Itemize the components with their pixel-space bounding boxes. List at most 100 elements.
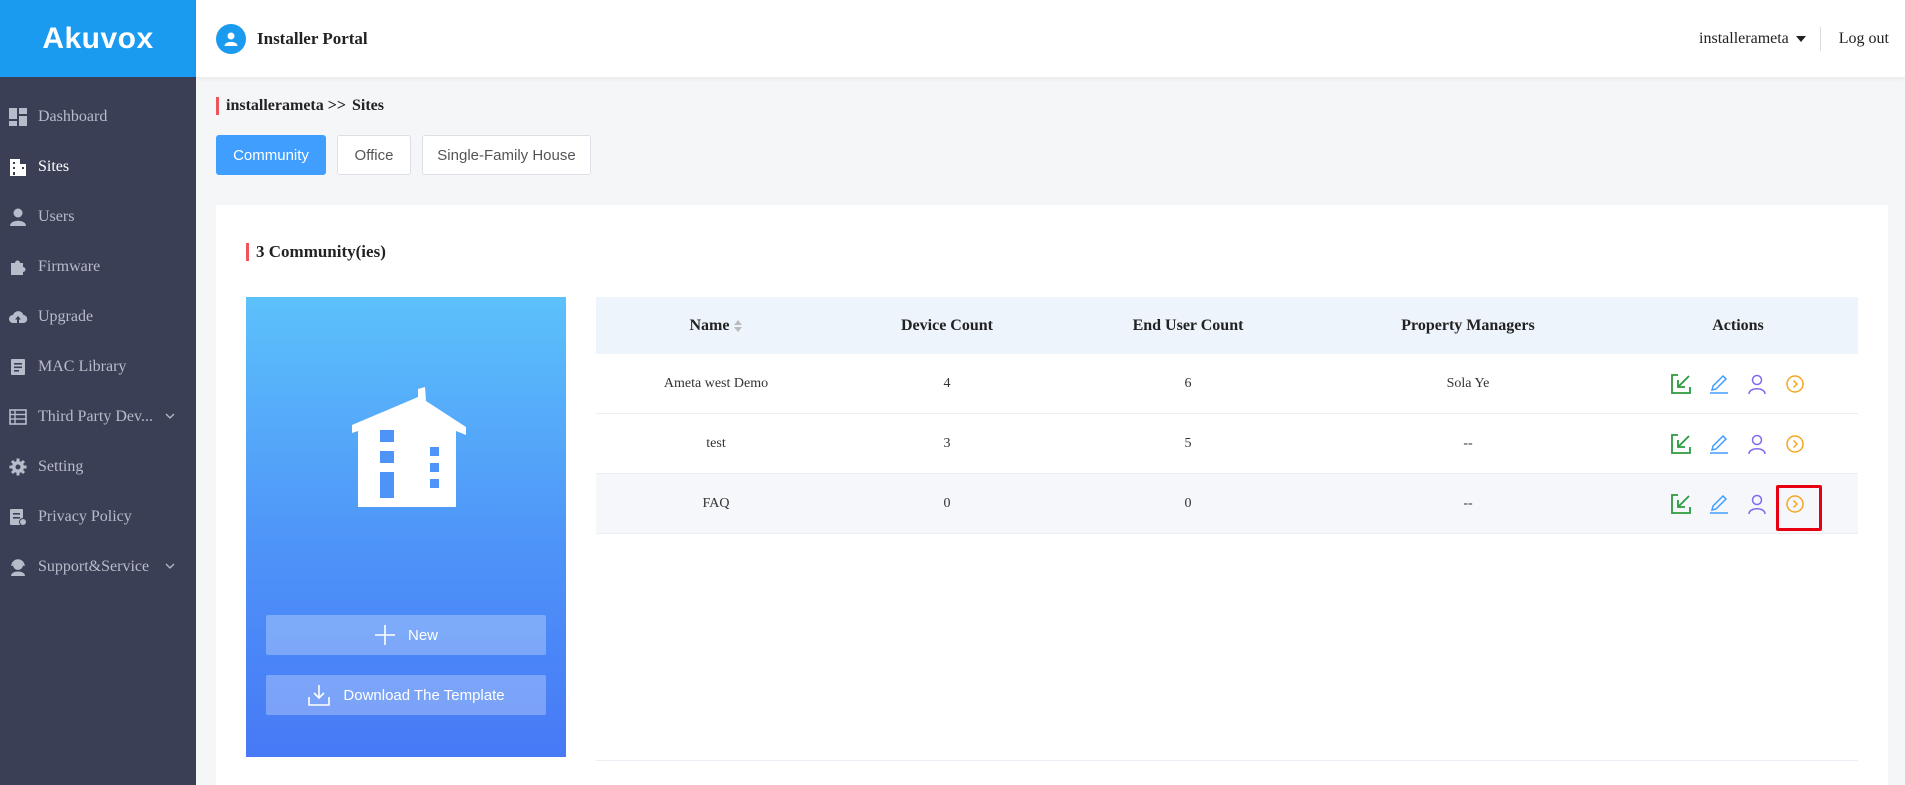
username: installerameta xyxy=(1699,29,1789,47)
column-header-end-user-count: End User Count xyxy=(1132,316,1244,334)
edit-icon[interactable] xyxy=(1706,431,1732,457)
table-row: FAQ 0 0 -- xyxy=(596,474,1858,534)
download-template-button[interactable]: Download The Template xyxy=(266,675,546,715)
caret-down-icon xyxy=(1795,35,1806,42)
top-header: Installer Portal installerameta Log out xyxy=(196,0,1905,77)
chevron-down-icon xyxy=(165,413,175,419)
sidebar-nav: Dashboard Sites Users Firmware Upgrade M… xyxy=(0,92,196,592)
sidebar-item-privacy-policy[interactable]: Privacy Policy xyxy=(0,492,196,542)
table-row: test 3 5 -- xyxy=(596,414,1858,474)
tab-office[interactable]: Office xyxy=(337,135,411,175)
new-button-label: New xyxy=(407,626,438,644)
site-type-tabs: Community Office Single-Family House xyxy=(216,135,602,175)
cloud-upload-icon xyxy=(8,307,28,327)
logo[interactable]: Akuvox xyxy=(0,0,196,77)
enter-icon[interactable] xyxy=(1668,371,1694,397)
puzzle-icon xyxy=(8,257,28,277)
download-button-label: Download The Template xyxy=(343,686,505,704)
dashboard-icon xyxy=(8,107,28,127)
breadcrumb-root[interactable]: installerameta xyxy=(226,97,324,115)
enter-icon[interactable] xyxy=(1668,491,1694,517)
tab-community[interactable]: Community xyxy=(216,135,326,175)
sidebar-item-mac-library[interactable]: MAC Library xyxy=(0,342,196,392)
tab-single-family-house[interactable]: Single-Family House xyxy=(422,135,591,175)
edit-icon[interactable] xyxy=(1706,371,1732,397)
manager-icon[interactable] xyxy=(1744,431,1770,457)
cell-device-count: 4 xyxy=(943,375,951,391)
table-header: Name Device Count End User Count Propert… xyxy=(596,297,1858,354)
table-row: Ameta west Demo 4 6 Sola Ye xyxy=(596,354,1858,414)
user-circle-icon xyxy=(216,23,246,54)
sidebar-item-label: Setting xyxy=(38,458,84,475)
sidebar-item-label: Third Party Dev... xyxy=(38,408,153,425)
sidebar-item-support-service[interactable]: Support&Service xyxy=(0,542,196,592)
plus-icon xyxy=(374,625,395,645)
new-community-button[interactable]: New xyxy=(266,615,546,655)
row-actions xyxy=(1618,431,1858,457)
cell-device-count: 0 xyxy=(943,495,951,511)
headset-icon xyxy=(8,557,28,577)
sidebar-item-users[interactable]: Users xyxy=(0,192,196,242)
cell-name: test xyxy=(706,435,726,451)
chevron-down-icon xyxy=(165,563,175,569)
cell-end-user-count: 5 xyxy=(1184,435,1192,451)
header-right: installerameta Log out xyxy=(1699,0,1889,77)
cell-property-managers: Sola Ye xyxy=(1446,375,1490,391)
sidebar-item-label: Privacy Policy xyxy=(38,508,132,525)
sites-icon xyxy=(8,157,28,177)
portal-title: Installer Portal xyxy=(257,28,368,48)
cell-end-user-count: 0 xyxy=(1184,495,1192,511)
gear-icon xyxy=(8,457,28,477)
document-icon xyxy=(8,357,28,377)
cell-device-count: 3 xyxy=(943,435,951,451)
logout-link[interactable]: Log out xyxy=(1839,30,1889,48)
column-header-actions: Actions xyxy=(1712,316,1764,334)
cell-property-managers: -- xyxy=(1463,435,1473,451)
building-icon xyxy=(352,387,466,507)
manager-icon[interactable] xyxy=(1744,491,1770,517)
sidebar-item-label: MAC Library xyxy=(38,358,127,375)
community-table: Name Device Count End User Count Propert… xyxy=(596,297,1858,761)
go-icon[interactable] xyxy=(1782,371,1808,397)
cell-name: FAQ xyxy=(702,495,730,511)
column-header-name[interactable]: Name xyxy=(596,317,836,335)
sort-icon[interactable] xyxy=(734,319,743,332)
cell-property-managers: -- xyxy=(1463,495,1473,511)
policy-icon xyxy=(8,507,28,527)
sidebar-item-label: Upgrade xyxy=(38,308,94,325)
sidebar-item-upgrade[interactable]: Upgrade xyxy=(0,292,196,342)
sidebar-item-setting[interactable]: Setting xyxy=(0,442,196,492)
breadcrumb-current: Sites xyxy=(351,97,384,114)
user-icon xyxy=(8,207,28,227)
column-header-device-count: Device Count xyxy=(901,316,993,334)
cell-name: Ameta west Demo xyxy=(663,375,769,391)
section-title: 3 Community(ies) xyxy=(246,242,386,261)
logo-text: Akuvox xyxy=(42,21,154,55)
sidebar-item-firmware[interactable]: Firmware xyxy=(0,242,196,292)
sidebar-item-label: Sites xyxy=(38,158,70,175)
download-icon xyxy=(308,685,331,706)
sidebar-item-label: Dashboard xyxy=(38,108,108,125)
table-bottom-divider xyxy=(596,760,1858,761)
row-actions xyxy=(1618,484,1858,531)
column-header-property-managers: Property Managers xyxy=(1401,316,1535,334)
sidebar-item-dashboard[interactable]: Dashboard xyxy=(0,92,196,142)
sidebar-item-label: Firmware xyxy=(38,258,101,275)
grid-icon xyxy=(8,407,28,427)
go-icon[interactable] xyxy=(1776,484,1822,531)
enter-icon[interactable] xyxy=(1668,431,1694,457)
create-community-panel: New Download The Template xyxy=(246,297,566,757)
row-actions xyxy=(1618,371,1858,397)
user-menu-dropdown[interactable]: installerameta xyxy=(1699,26,1821,51)
sidebar-item-third-party-devices[interactable]: Third Party Dev... xyxy=(0,392,196,442)
manager-icon[interactable] xyxy=(1744,371,1770,397)
cell-end-user-count: 6 xyxy=(1184,375,1192,391)
go-icon[interactable] xyxy=(1782,431,1808,457)
sidebar-item-label: Support&Service xyxy=(38,558,150,575)
sidebar-item-sites[interactable]: Sites xyxy=(0,142,196,192)
breadcrumb-separator: >> xyxy=(327,97,346,114)
edit-icon[interactable] xyxy=(1706,491,1732,517)
sidebar: Akuvox Dashboard Sites Users Firmware Up… xyxy=(0,0,196,785)
community-card: 3 Community(ies) New Download The Templa… xyxy=(216,205,1888,785)
sidebar-item-label: Users xyxy=(38,208,75,225)
